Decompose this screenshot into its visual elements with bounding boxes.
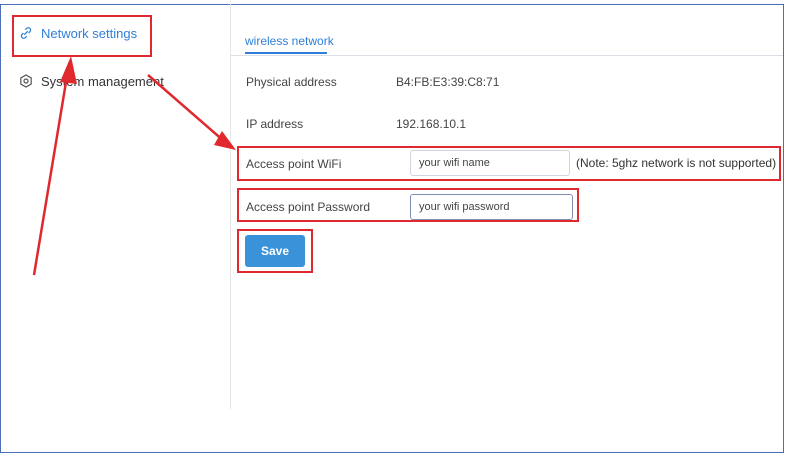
ip-address-label: IP address xyxy=(246,117,304,131)
tab-wireless-network[interactable]: wireless network xyxy=(245,34,334,48)
physical-address-label: Physical address xyxy=(246,75,337,89)
sidebar: Network settings System management xyxy=(0,4,231,409)
sidebar-item-label: Network settings xyxy=(41,25,138,41)
sidebar-item-label: System management xyxy=(41,73,164,89)
wifi-note: (Note: 5ghz network is not supported) xyxy=(576,156,777,170)
wifi-name-input[interactable] xyxy=(410,150,570,176)
hexagon-gear-icon xyxy=(19,74,33,88)
tab-active-indicator xyxy=(245,52,327,54)
physical-address-value: B4:FB:E3:39:C8:71 xyxy=(396,75,500,89)
ip-address-value: 192.168.10.1 xyxy=(396,117,467,131)
sidebar-item-network-settings[interactable]: Network settings xyxy=(19,18,137,48)
wifi-password-input[interactable] xyxy=(410,194,573,220)
password-label: Access point Password xyxy=(246,200,371,214)
sidebar-item-system-management[interactable]: System management xyxy=(19,66,164,96)
wifi-label: Access point WiFi xyxy=(246,157,342,171)
save-button[interactable]: Save xyxy=(245,235,305,267)
tab-bar: wireless network xyxy=(231,24,783,56)
link-icon xyxy=(19,26,33,40)
